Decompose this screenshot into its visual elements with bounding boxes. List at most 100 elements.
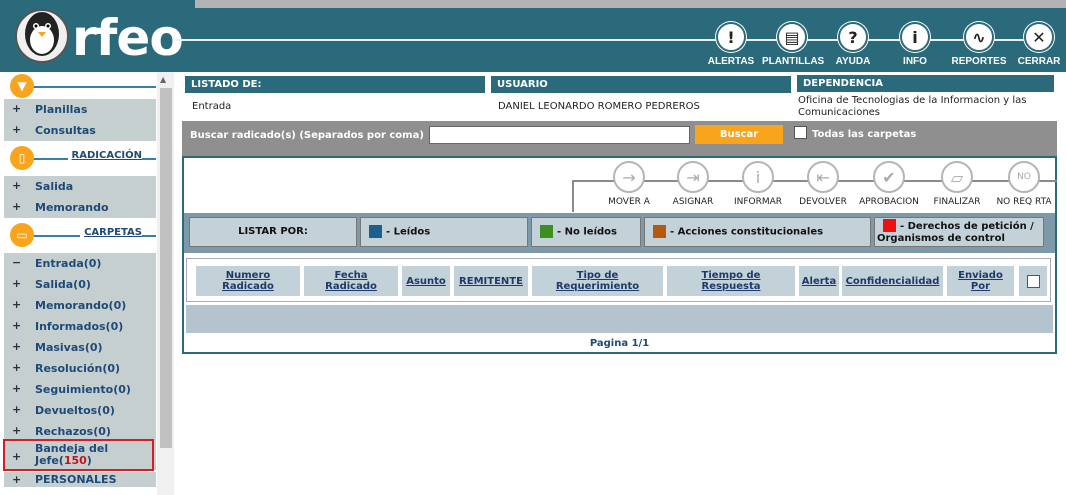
app-header: rfeo ! ALERTAS ▤ PLANTILLAS ? AYUDA i IN… <box>0 0 1066 72</box>
app-logo-text: rfeo <box>72 9 184 67</box>
sidebar-item-entrada[interactable]: − Entrada(0) <box>4 253 156 274</box>
all-folders-checkbox[interactable] <box>794 126 807 139</box>
plus-icon: + <box>12 382 22 395</box>
sidebar-item-informados[interactable]: + Informados(0) <box>4 316 156 337</box>
sidebar-menu-header: ▼ <box>4 74 156 98</box>
listar-label: LISTAR POR: <box>189 217 357 247</box>
listado-header: LISTADO DE: <box>185 76 485 93</box>
alert-icon: ! <box>716 22 746 52</box>
no-req-rta-button[interactable]: NO NO REQ RTA <box>992 161 1056 207</box>
document-icon: ▯ <box>10 146 34 170</box>
sidebar-item-personales[interactable]: + PERSONALES <box>4 472 156 487</box>
plus-icon: + <box>12 361 22 374</box>
search-bar: Buscar radicado(s) (Separados por coma) … <box>182 121 1057 156</box>
plus-icon: + <box>12 424 22 437</box>
penguin-logo-icon <box>15 9 69 63</box>
plus-icon: + <box>12 403 22 416</box>
carpetas-title[interactable]: CARPETAS <box>80 227 142 238</box>
col-fecha-radicado[interactable]: Fecha Radicado <box>304 266 398 296</box>
minus-icon: − <box>12 256 22 269</box>
informar-button[interactable]: i INFORMAR <box>726 161 790 207</box>
col-numero-radicado[interactable]: Numero Radicado <box>196 266 300 296</box>
sidebar-item-masivas[interactable]: + Masivas(0) <box>4 337 156 358</box>
search-button[interactable]: Buscar <box>695 125 783 144</box>
reportes-button[interactable]: ∿ REPORTES <box>949 22 1009 68</box>
arrow-right-icon: → <box>613 161 645 193</box>
results-table-header: Numero Radicado Fecha Radicado Asunto REMI… <box>186 258 1051 302</box>
finish-icon: ▱ <box>941 161 973 193</box>
templates-icon: ▤ <box>777 22 807 52</box>
ayuda-button[interactable]: ? AYUDA <box>823 22 883 68</box>
plus-icon: + <box>12 102 22 115</box>
chevron-down-icon[interactable]: ▼ <box>10 74 34 98</box>
plantillas-button[interactable]: ▤ PLANTILLAS <box>762 22 824 68</box>
return-icon: ⇤ <box>807 161 839 193</box>
legend-no-leidos: - No leídos <box>531 217 641 247</box>
actions-divider-vertical <box>572 180 574 212</box>
search-label: Buscar radicado(s) (Separados por coma) <box>190 130 424 141</box>
sidebar-item-planillas[interactable]: + Planillas <box>4 99 156 120</box>
info-icon: i <box>742 161 774 193</box>
usuario-header: USUARIO <box>491 76 791 93</box>
sidebar-item-devueltos[interactable]: + Devueltos(0) <box>4 400 156 421</box>
scroll-up-icon[interactable]: ▲ <box>160 75 166 84</box>
plus-icon: + <box>12 319 22 332</box>
no-response-icon: NO <box>1008 161 1040 193</box>
listar-por-bar: LISTAR POR: - Leídos - No leídos - Accio… <box>184 213 1055 253</box>
cerrar-button[interactable]: ✕ CERRAR <box>1012 22 1066 68</box>
sidebar-item-seguimiento[interactable]: + Seguimiento(0) <box>4 379 156 400</box>
alertas-button[interactable]: ! ALERTAS <box>701 22 761 68</box>
sidebar-item-memorando-folder[interactable]: + Memorando(0) <box>4 295 156 316</box>
legend-acciones: - Acciones constitucionales <box>644 217 871 247</box>
all-folders-label: Todas las carpetas <box>812 129 917 140</box>
select-all-cell <box>1019 266 1047 296</box>
leidos-swatch <box>369 225 382 238</box>
finalizar-button[interactable]: ▱ FINALIZAR <box>925 161 989 207</box>
mover-a-button[interactable]: → MOVER A <box>597 161 661 207</box>
col-confidencialidad[interactable]: Confidencialidad <box>842 266 943 296</box>
plus-icon: + <box>12 200 22 213</box>
legend-derechos: - Derechos de petición / Organismos de c… <box>874 217 1044 247</box>
derechos-swatch <box>883 219 896 232</box>
sidebar-scrollbar-thumb[interactable] <box>160 88 172 448</box>
col-tiempo-respuesta[interactable]: Tiempo de Respuesta <box>667 266 795 296</box>
sidebar-item-consultas[interactable]: + Consultas <box>4 120 156 141</box>
col-enviado-por[interactable]: Enviado Por <box>947 266 1014 296</box>
col-alerta[interactable]: Alerta <box>799 266 839 296</box>
sidebar-item-salida[interactable]: + Salida <box>4 176 156 197</box>
header-top-band <box>195 0 1066 8</box>
carpetas-header: ▭ CARPETAS <box>4 223 156 247</box>
reports-icon: ∿ <box>964 22 994 52</box>
legend-leidos: - Leídos <box>360 217 528 247</box>
devolver-button[interactable]: ⇤ DEVOLVER <box>791 161 855 207</box>
col-tipo-requerimiento[interactable]: Tipo de Requerimiento <box>532 266 663 296</box>
sidebar-item-resolucion[interactable]: + Resolución(0) <box>4 358 156 379</box>
asignar-button[interactable]: ⇥ ASIGNAR <box>661 161 725 207</box>
plus-icon: + <box>12 277 22 290</box>
radicacion-title[interactable]: RADICACIÓN <box>67 150 142 161</box>
acciones-swatch <box>653 225 666 238</box>
sidebar: ▲ ▼ + Planillas + Consultas ▯ RADICACIÓN… <box>0 72 174 495</box>
info-button[interactable]: i INFO <box>885 22 945 68</box>
info-icon: i <box>900 22 930 52</box>
col-asunto[interactable]: Asunto <box>402 266 450 296</box>
listado-value: Entrada <box>192 101 232 112</box>
search-input[interactable] <box>429 126 690 144</box>
help-icon: ? <box>838 22 868 52</box>
plus-icon: + <box>12 298 22 311</box>
col-remitente[interactable]: REMITENTE <box>454 266 528 296</box>
sidebar-item-memorando[interactable]: + Memorando <box>4 197 156 218</box>
highlight-box <box>3 439 154 471</box>
dependencia-header: DEPENDENCIA <box>797 75 1054 92</box>
sidebar-item-salida-folder[interactable]: + Salida(0) <box>4 274 156 295</box>
assign-icon: ⇥ <box>677 161 709 193</box>
folder-icon: ▭ <box>10 223 34 247</box>
plus-icon: + <box>12 179 22 192</box>
no-leidos-swatch <box>540 225 553 238</box>
check-icon: ✔ <box>873 161 905 193</box>
aprobacion-button[interactable]: ✔ APROBACION <box>857 161 921 207</box>
radicacion-header: ▯ RADICACIÓN <box>4 146 156 170</box>
info-table: LISTADO DE: USUARIO DEPENDENCIA Entrada … <box>182 73 1057 122</box>
select-all-checkbox[interactable] <box>1026 274 1040 288</box>
plus-icon: + <box>12 473 22 486</box>
